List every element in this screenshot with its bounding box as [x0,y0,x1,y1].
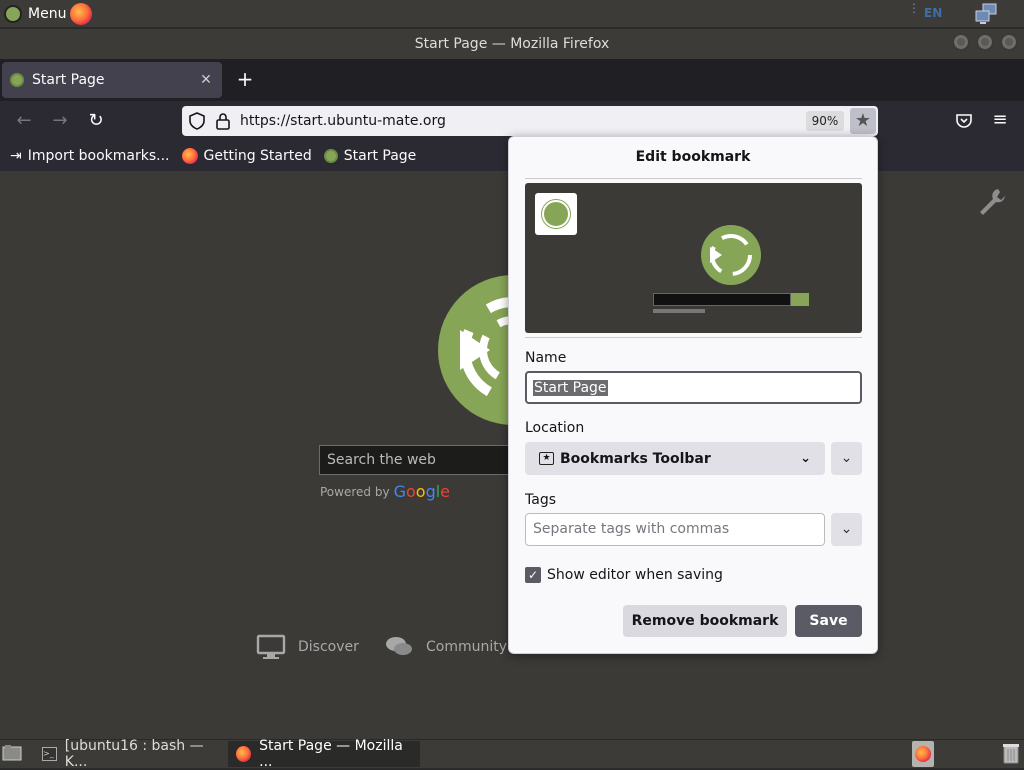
terminal-icon: >_ [42,747,57,761]
menu-label: Menu [28,5,67,22]
bookmark-label: Getting Started [203,148,312,164]
bookmark-start-page[interactable]: Start Page [323,148,417,164]
google-letter: o [405,482,416,501]
top-panel: Menu [0,0,1024,28]
bookmarks-toolbar-folder-icon: ★ [539,452,554,465]
wrench-settings-icon[interactable] [976,186,1008,218]
network-icon[interactable] [974,3,998,25]
location-label: Location [525,420,585,436]
bookmark-label: Start Page [343,148,417,164]
minimize-button[interactable] [952,33,970,51]
bookmark-name-input[interactable]: Start Page [525,371,862,404]
show-editor-label: Show editor when saving [547,567,723,583]
lock-icon[interactable] [214,112,232,130]
google-logo: Google [394,482,450,501]
ubuntu-mate-favicon-icon [10,73,24,87]
tracking-protection-shield-icon[interactable] [188,112,206,130]
divider [525,178,862,179]
divider [525,337,862,338]
save-button[interactable]: Save [795,605,862,637]
tags-label: Tags [525,492,556,508]
workspace-switcher[interactable] [912,741,934,767]
edit-bookmark-panel: Edit bookmark Name Start Page Location ★… [508,136,878,654]
zoom-level-badge[interactable]: 90% [806,111,844,131]
remove-bookmark-button[interactable]: Remove bookmark [623,605,787,637]
preview-search-box [653,293,791,306]
url-text[interactable]: https://start.ubuntu-mate.org [240,113,806,129]
show-desktop-icon[interactable] [2,744,22,762]
hamburger-menu-icon[interactable]: ≡ [990,110,1010,130]
firefox-launcher-icon[interactable] [70,2,93,25]
google-letter: g [425,482,436,501]
taskbar-item-terminal[interactable]: >_ [ubuntu16 : bash — K... [34,738,224,770]
mate-logo-icon [4,4,22,23]
pocket-icon[interactable] [955,112,973,130]
community-label: Community [426,639,508,655]
preview-powered-by [653,309,705,313]
reload-button[interactable]: ↻ [83,108,109,134]
import-icon: ⇥ [10,148,22,164]
bookmark-getting-started[interactable]: Getting Started [181,148,312,164]
firefox-icon [915,746,931,762]
show-editor-checkbox[interactable]: ✓ [525,567,541,583]
firefox-icon [236,746,252,762]
firefox-favicon-icon [181,148,198,164]
panel-handle-icon: ⋮ [908,2,920,22]
close-window-button[interactable] [1000,33,1018,51]
powered-by-google: Powered by Google [320,482,450,501]
window-controls [952,33,1018,51]
google-letter: G [393,482,406,501]
location-value: Bookmarks Toolbar [560,450,711,467]
bookmark-import[interactable]: ⇥ Import bookmarks... [10,148,170,164]
tags-input[interactable]: Separate tags with commas [525,513,825,546]
community-link[interactable]: Community [384,634,507,660]
new-tab-button[interactable]: + [232,66,258,92]
discover-label: Discover [298,639,359,655]
task-label: Start Page — Mozilla ... [259,738,403,770]
maximize-button[interactable] [976,33,994,51]
web-search-input[interactable]: Search the web [319,445,529,475]
name-value: Start Page [533,379,608,396]
google-letter: o [415,482,426,501]
chat-bubbles-icon [386,637,412,655]
ubuntu-mate-favicon-icon [323,149,338,163]
powered-by-label: Powered by [320,484,390,499]
task-label: [ubuntu16 : bash — K... [64,738,204,770]
keyboard-layout-indicator[interactable]: EN [924,6,942,20]
preview-favicon [535,193,577,235]
show-editor-checkbox-row[interactable]: ✓ Show editor when saving [525,567,723,583]
tab-start-page[interactable]: Start Page ✕ [2,62,222,98]
window-title: Start Page — Mozilla Firefox [414,36,610,52]
bookmark-star-icon[interactable]: ★ [850,108,876,134]
tags-expander[interactable]: ⌄ [831,513,862,546]
taskbar-item-firefox[interactable]: Start Page — Mozilla ... [228,738,420,770]
tab-label: Start Page [32,72,105,88]
window-titlebar: Start Page — Mozilla Firefox [0,29,1024,59]
back-button[interactable]: ← [11,108,37,134]
google-letter: e [440,482,451,501]
close-tab-icon[interactable]: ✕ [198,72,214,88]
main-menu-button[interactable]: Menu [0,0,70,28]
chevron-down-icon: ⌄ [800,451,811,466]
preview-logo-icon [701,225,761,285]
folder-tree-expander[interactable]: ⌄ [831,442,862,475]
monitor-icon [256,634,286,659]
name-label: Name [525,350,567,366]
preview-search-button [791,293,809,306]
forward-button[interactable]: → [47,108,73,134]
trash-icon[interactable] [1002,742,1020,764]
bookmark-label: Import bookmarks... [27,148,170,164]
panel-title: Edit bookmark [635,149,751,165]
page-preview-thumbnail [525,183,862,333]
location-folder-select[interactable]: ★ Bookmarks Toolbar ⌄ [525,442,825,475]
url-bar[interactable]: https://start.ubuntu-mate.org 90% ★ [182,106,878,136]
discover-link[interactable]: Discover [256,634,359,660]
